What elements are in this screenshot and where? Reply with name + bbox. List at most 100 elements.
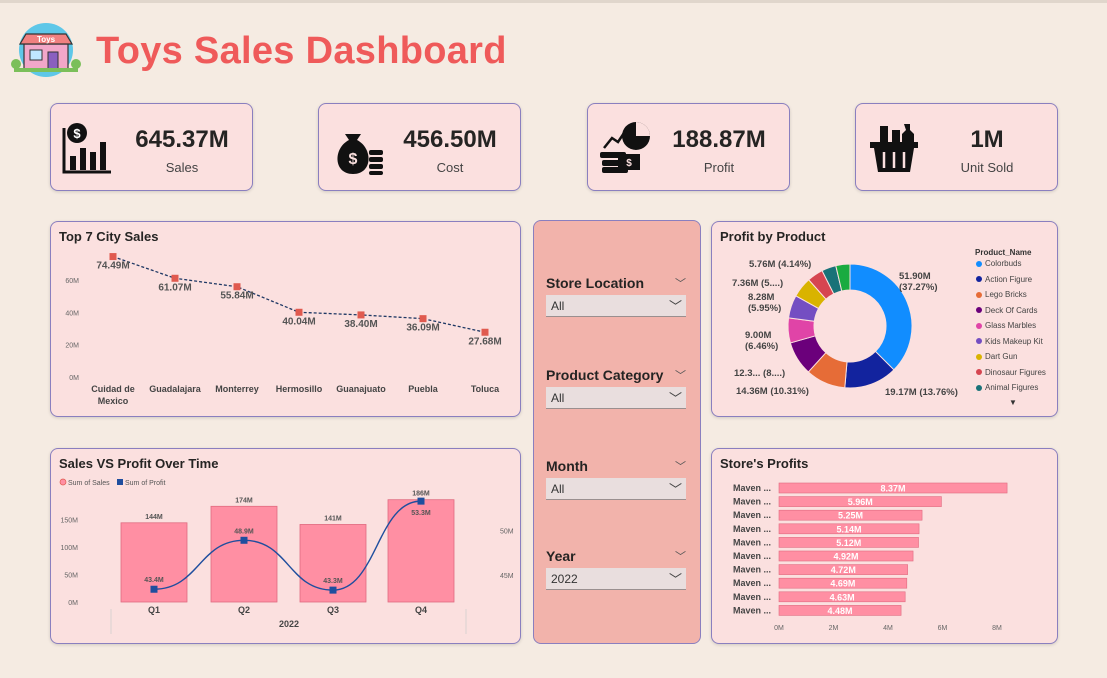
slicer-year[interactable]: Year ﹀ 2022 ﹀ [546, 548, 686, 590]
chevron-down-icon[interactable]: ﹀ [675, 548, 686, 564]
sales-vs-profit-panel[interactable]: Sales VS Profit Over Time Sum of Sales Su… [50, 448, 521, 644]
legend-dot [976, 276, 982, 283]
x-tick-label: Cuidad de [91, 384, 135, 394]
data-label: 55.84M [220, 291, 253, 302]
x-tick-label: Mexico [98, 396, 129, 406]
store-label: Maven ... [733, 524, 771, 534]
bar-label: 174M [235, 497, 253, 504]
legend-label: Animal Figures [985, 383, 1039, 392]
logo-text: Toys [37, 35, 56, 44]
bar-label: 144M [145, 514, 163, 521]
legend-item[interactable]: Lego Bricks [976, 290, 1027, 299]
data-point [171, 274, 179, 282]
data-label: 40.04M [282, 316, 315, 327]
y-tick-label: 20M [65, 343, 79, 350]
x-tick-label: Puebla [408, 384, 439, 394]
data-label: 38.40M [344, 319, 377, 330]
bar-label: 4.63M [830, 592, 855, 602]
sales-chart-icon: $ [62, 123, 111, 174]
x-tick-label: 4M [883, 625, 893, 632]
legend-dot [976, 307, 982, 314]
legend-item[interactable]: Colorbuds [976, 259, 1021, 268]
city-sales-panel[interactable]: Top 7 City Sales 0M 20M 40M 60M 74.49M Cuidad… [50, 221, 521, 417]
x-tick-label: Q1 [148, 605, 160, 615]
slice-label: 8.28M [748, 292, 774, 303]
kpi-card-profit[interactable]: $ 188.87M Profit [587, 103, 790, 191]
slicer-dropdown[interactable]: All ﹀ [546, 478, 686, 500]
sales-profit-combo-chart: Sum of Sales Sum of Profit 0M 50M 100M 150M 45… [59, 478, 514, 634]
kpi-label: Sales [165, 160, 199, 175]
y-tick-label: 150M [60, 518, 78, 525]
y-tick-label: 40M [65, 310, 79, 317]
bar-label: 4.92M [834, 552, 859, 562]
legend-marker [117, 479, 123, 485]
chevron-down-icon[interactable]: ﹀ [675, 367, 686, 383]
legend-item[interactable]: Glass Marbles [976, 321, 1036, 330]
bar-label: 186M [412, 491, 430, 498]
slicer-label: Month [546, 458, 588, 474]
kpi-label: Unit Sold [960, 160, 1014, 175]
legend-scroll-down-icon[interactable]: ▼ [1009, 398, 1017, 407]
x-tick-label: 2M [829, 625, 839, 632]
data-point [295, 308, 303, 316]
kpi-card-cost[interactable]: $ 456.50M Cost [318, 103, 521, 191]
legend-item[interactable]: Kids Makeup Kit [976, 337, 1043, 346]
data-point [481, 328, 489, 336]
filter-panel: Store Location ﹀ All ﹀ Product Category … [533, 220, 701, 644]
data-label: 74.49M [96, 261, 129, 272]
profit-point [417, 497, 425, 505]
profit-label: 43.3M [323, 578, 343, 585]
legend-dot [976, 384, 982, 391]
dropdown-arrow-icon: ﹀ [668, 299, 682, 314]
slicer-label: Product Category [546, 367, 664, 383]
legend-item[interactable]: Dinosaur Figures [976, 368, 1046, 377]
x-tick-label: Q3 [327, 605, 339, 615]
chevron-down-icon[interactable]: ﹀ [675, 275, 686, 291]
store-profits-panel[interactable]: Store's Profits Maven ... 8.37M Maven ... 5… [711, 448, 1058, 644]
legend-item[interactable]: Action Figure [976, 275, 1032, 284]
legend-dot [976, 338, 982, 345]
legend-label: Sum of Profit [125, 480, 166, 487]
y-tick-label: 100M [60, 545, 78, 552]
legend-label: Kids Makeup Kit [985, 336, 1043, 346]
slicer-store-location[interactable]: Store Location ﹀ All ﹀ [546, 275, 686, 317]
kpi-value: 645.37M [135, 126, 229, 153]
chevron-down-icon[interactable]: ﹀ [675, 458, 686, 474]
bar-label: 5.12M [836, 538, 861, 548]
kpi-label: Profit [703, 160, 735, 175]
slicer-dropdown[interactable]: All ﹀ [546, 387, 686, 409]
profit-by-product-panel[interactable]: Profit by Product 51.90M (37.27%) 19.17M (… [711, 221, 1058, 417]
data-label: 36.09M [406, 323, 439, 334]
slicer-product-category[interactable]: Product Category ﹀ All ﹀ [546, 367, 686, 409]
x-tick-label: 8M [992, 625, 1002, 632]
slice-label: 7.36M (5....) [732, 278, 783, 289]
slicer-value: 2022 [551, 572, 578, 586]
x-group-label: 2022 [279, 619, 299, 629]
legend-label: Sum of Sales [68, 480, 110, 487]
slice-label: 12.3... (8....) [734, 368, 785, 379]
legend-dot [976, 369, 982, 376]
y-tick-label: 60M [65, 278, 79, 285]
slice-label: (6.46%) [745, 341, 778, 352]
slicer-dropdown[interactable]: All ﹀ [546, 295, 686, 317]
legend-item[interactable]: Animal Figures [976, 383, 1038, 392]
kpi-card-units[interactable]: 1M Unit Sold [855, 103, 1058, 191]
bar-label: 141M [324, 515, 342, 522]
kpi-card-sales[interactable]: $ 645.37M Sales [50, 103, 253, 191]
x-tick-label: Monterrey [215, 384, 259, 394]
slicer-label: Store Location [546, 275, 645, 291]
profit-label: 48.9M [234, 528, 254, 535]
x-tick-label: Toluca [471, 384, 500, 394]
y2-tick-label: 45M [500, 573, 514, 580]
slicer-month[interactable]: Month ﹀ All ﹀ [546, 458, 686, 500]
kpi-value: 456.50M [403, 126, 497, 153]
toy-store-logo: Toys [11, 23, 81, 77]
data-point [109, 253, 117, 261]
slicer-dropdown[interactable]: 2022 ﹀ [546, 568, 686, 590]
legend-item[interactable]: Dart Gun [976, 352, 1017, 361]
data-point [419, 315, 427, 323]
profit-point [150, 585, 158, 593]
dropdown-arrow-icon: ﹀ [668, 572, 682, 587]
store-label: Maven ... [733, 565, 771, 575]
legend-item[interactable]: Deck Of Cards [976, 306, 1037, 315]
